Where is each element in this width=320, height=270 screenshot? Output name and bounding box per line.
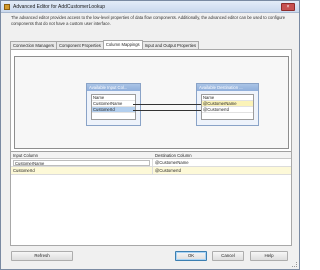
editor-description: The advanced editor provides access to t… <box>11 15 286 26</box>
title-bar[interactable]: Advanced Editor for AddCustomerLookup × <box>1 1 299 13</box>
input-columns-list: Name CustomerName CustomerId <box>91 94 136 120</box>
destination-column-cell[interactable]: @CustomerId <box>153 167 291 175</box>
help-button[interactable]: Help <box>250 251 288 261</box>
resize-grip-icon[interactable] <box>292 262 297 267</box>
table-row[interactable]: CustomerName @CustomerName <box>11 159 291 167</box>
input-column-cell[interactable]: CustomerId <box>11 167 153 175</box>
ssis-component-icon <box>4 4 10 10</box>
tab-strip: Connection Managers Component Properties… <box>10 40 200 49</box>
tab-component-properties[interactable]: Component Properties <box>55 41 104 49</box>
destination-column-cell[interactable]: @CustomerName <box>153 159 291 167</box>
mapping-designer: Available Input Col... Name CustomerName… <box>14 56 289 149</box>
tab-column-mappings[interactable]: Column Mappings <box>102 40 143 49</box>
table-row[interactable]: CustomerId @CustomerId <box>11 167 291 175</box>
input-column-dropdown[interactable]: CustomerName <box>13 160 150 166</box>
input-box-title: Available Input Col... <box>87 84 140 91</box>
input-column-header: Input Column <box>13 153 38 158</box>
column-mappings-panel: Available Input Col... Name CustomerName… <box>10 49 292 246</box>
cancel-button[interactable]: Cancel <box>212 251 244 261</box>
mapping-line-customername[interactable] <box>133 104 201 105</box>
available-destination-columns-box[interactable]: Available Destination ... Name @Customer… <box>196 83 259 126</box>
refresh-button[interactable]: Refresh <box>11 251 73 261</box>
ok-button[interactable]: OK <box>175 251 207 261</box>
destination-columns-list: Name @CustomerName @CustomerId <box>201 94 254 120</box>
advanced-editor-window: Advanced Editor for AddCustomerLookup × … <box>0 0 300 270</box>
destination-column-header: Destination Column <box>155 153 192 158</box>
destination-column-item[interactable]: @CustomerId <box>202 107 253 113</box>
close-button[interactable]: × <box>281 3 295 11</box>
mapping-grid: Input Column Destination Column Customer… <box>11 151 291 245</box>
destination-box-title: Available Destination ... <box>197 84 258 91</box>
input-column-cell[interactable]: CustomerName <box>11 159 153 167</box>
input-column-item[interactable]: CustomerId <box>92 107 135 113</box>
tab-connection-managers[interactable]: Connection Managers <box>10 41 57 49</box>
window-title: Advanced Editor for AddCustomerLookup <box>13 4 105 10</box>
tab-input-output-properties[interactable]: Input and Output Properties <box>141 41 200 49</box>
mapping-line-customerid[interactable] <box>133 110 201 111</box>
grid-header: Input Column Destination Column <box>11 152 291 159</box>
